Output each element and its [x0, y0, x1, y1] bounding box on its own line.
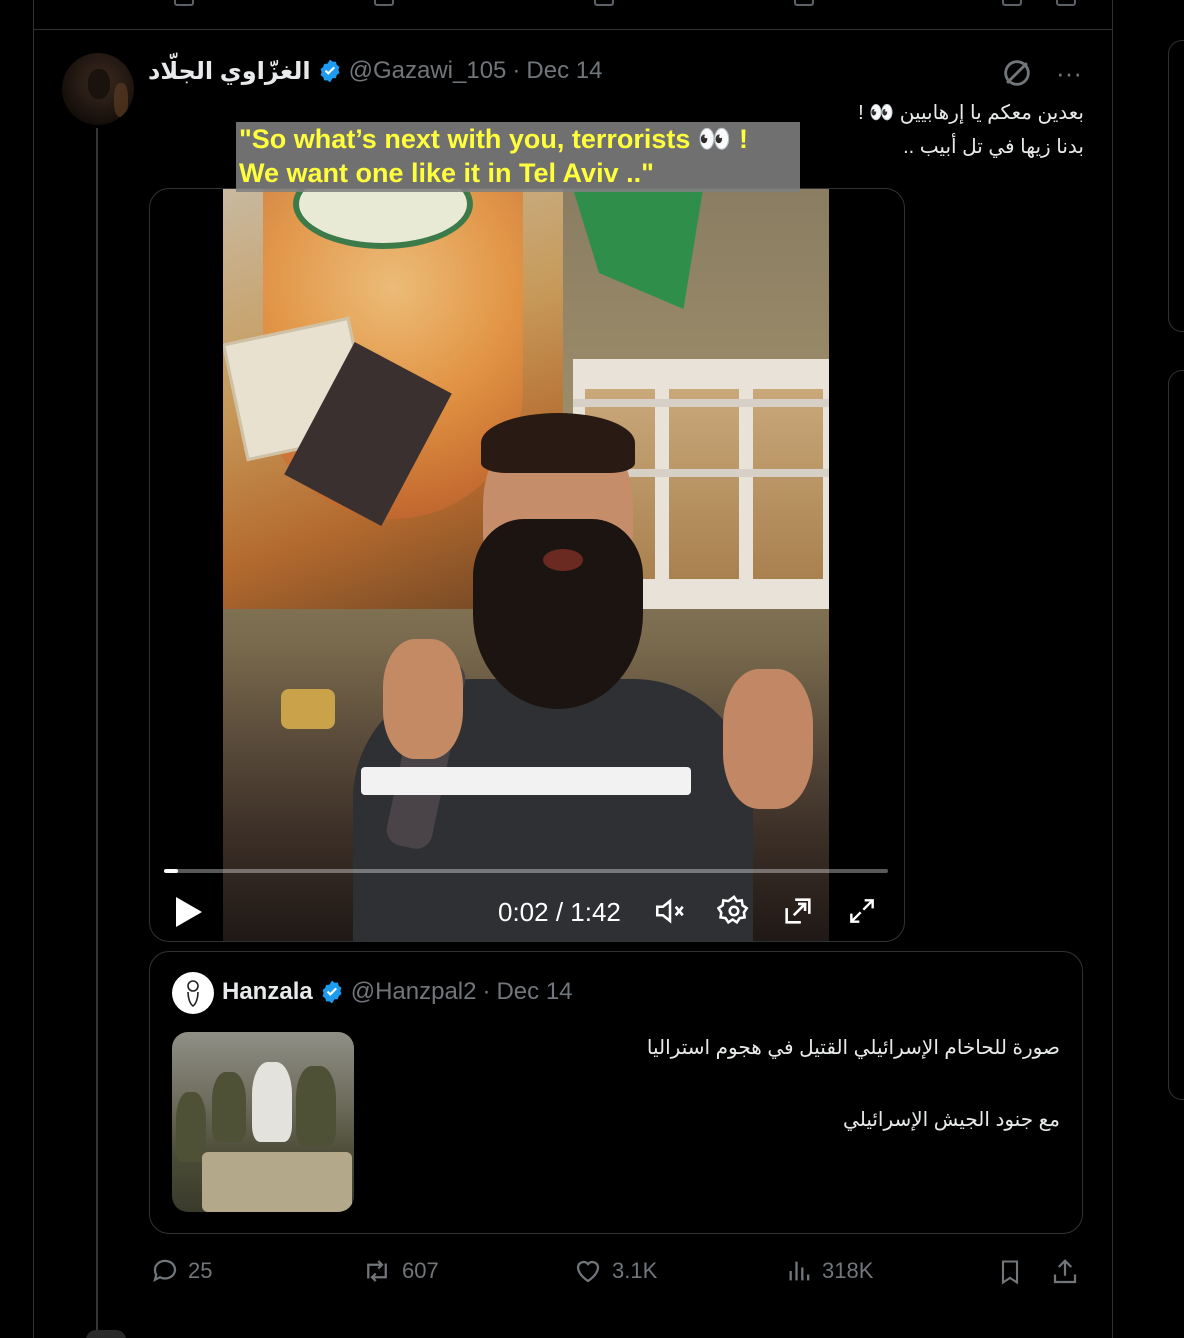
settings-gear-icon[interactable]: [714, 891, 754, 931]
video-progress-bar[interactable]: [164, 869, 888, 873]
repost-icon[interactable]: [374, 0, 394, 6]
reply-icon[interactable]: [174, 0, 194, 6]
tweet-header: الغزّاوي الجلّاد @Gazawi_105 · Dec 14: [148, 56, 602, 86]
quoted-tweet[interactable]: Hanzala @Hanzpal2 · Dec 14 صورة للحاخام …: [149, 951, 1083, 1234]
video-time: 0:02 / 1:42: [498, 897, 621, 927]
caption-line: We want one like it in Tel Aviv ..": [239, 158, 654, 188]
quoted-author-avatar[interactable]: [172, 972, 214, 1014]
repost-button[interactable]: 607: [360, 1256, 439, 1286]
quoted-text-line: مع جنود الجيش الإسرائيلي: [843, 1109, 1060, 1131]
tweet-top-icons: ···: [1000, 56, 1082, 90]
mute-icon[interactable]: [650, 891, 690, 931]
fullscreen-icon[interactable]: [842, 891, 882, 931]
separator: ·: [482, 978, 491, 1005]
share-icon: [1053, 1259, 1077, 1284]
quoted-tweet-header: Hanzala @Hanzpal2 · Dec 14: [222, 978, 573, 1006]
quoted-tweet-image[interactable]: [172, 1032, 354, 1212]
more-options-icon[interactable]: ···: [1056, 58, 1082, 88]
tweet-text: بعدين معكم يا إرهابيين 👀 ! بدنا زيها في …: [858, 96, 1084, 164]
grok-icon[interactable]: [1000, 56, 1034, 90]
share-button[interactable]: [1050, 1256, 1080, 1288]
repost-icon: [367, 1260, 387, 1282]
view-count: 318K: [822, 1258, 874, 1283]
video-caption-overlay: "So what’s next with you, terrorists 👀 !…: [236, 122, 800, 192]
tweet-text-line: بعدين معكم يا إرهابيين 👀 !: [858, 102, 1084, 124]
verified-badge-icon: [320, 59, 340, 83]
video-progress-fill: [164, 869, 179, 873]
views-chart-icon: [789, 1261, 810, 1281]
tweet-date[interactable]: Dec 14: [526, 57, 602, 85]
reply-button[interactable]: 25: [150, 1256, 212, 1286]
quoted-text-line: صورة للحاخام الإسرائيلي القتيل في هجوم ا…: [646, 1037, 1060, 1059]
previous-tweet-action-bar: [34, 0, 1112, 30]
play-icon[interactable]: [176, 897, 202, 927]
separator: ·: [512, 57, 521, 84]
author-name[interactable]: الغزّاوي الجلّاد: [148, 57, 311, 86]
sidebar-card-edge: [1168, 40, 1184, 332]
share-icon[interactable]: [1056, 0, 1076, 6]
repost-count: 607: [402, 1258, 439, 1283]
like-count: 3.1K: [612, 1258, 658, 1283]
tweet-action-bar: 25 607 3.1K 318K: [150, 1256, 1086, 1292]
verified-badge-icon: [322, 980, 342, 1004]
censor-bar: [361, 767, 691, 795]
tweet-text-line: بدنا زيها في تل أبيب ..: [903, 136, 1084, 158]
caption-line: "So what’s next with you, terrorists 👀 !: [239, 124, 748, 154]
quoted-tweet-date[interactable]: Dec 14: [496, 978, 572, 1006]
quoted-author-name[interactable]: Hanzala: [222, 978, 313, 1006]
author-handle[interactable]: @Gazawi_105: [349, 57, 507, 85]
video-player[interactable]: 0:02 / 1:42: [149, 188, 905, 942]
views-button[interactable]: 318K: [786, 1256, 873, 1286]
views-icon[interactable]: [794, 0, 814, 6]
bookmark-button[interactable]: [996, 1256, 1024, 1288]
bookmark-icon[interactable]: [1002, 0, 1022, 6]
like-icon[interactable]: [594, 0, 614, 6]
video-controls: 0:02 / 1:42: [150, 831, 904, 941]
picture-in-picture-icon[interactable]: [778, 891, 818, 931]
like-button[interactable]: 3.1K: [572, 1256, 657, 1286]
video-frame[interactable]: [223, 189, 829, 941]
sidebar-card-edge: [1168, 370, 1184, 1100]
quoted-tweet-text: صورة للحاخام الإسرائيلي القتيل في هجوم ا…: [647, 1030, 1060, 1138]
reply-count: 25: [188, 1258, 213, 1283]
next-tweet-avatar[interactable]: [86, 1330, 126, 1338]
heart-icon: [576, 1260, 600, 1283]
bookmark-icon: [1001, 1260, 1019, 1285]
thread-line: [96, 128, 98, 1338]
quoted-author-handle[interactable]: @Hanzpal2: [351, 978, 477, 1006]
reply-icon: [153, 1259, 177, 1282]
author-avatar[interactable]: [62, 53, 134, 125]
